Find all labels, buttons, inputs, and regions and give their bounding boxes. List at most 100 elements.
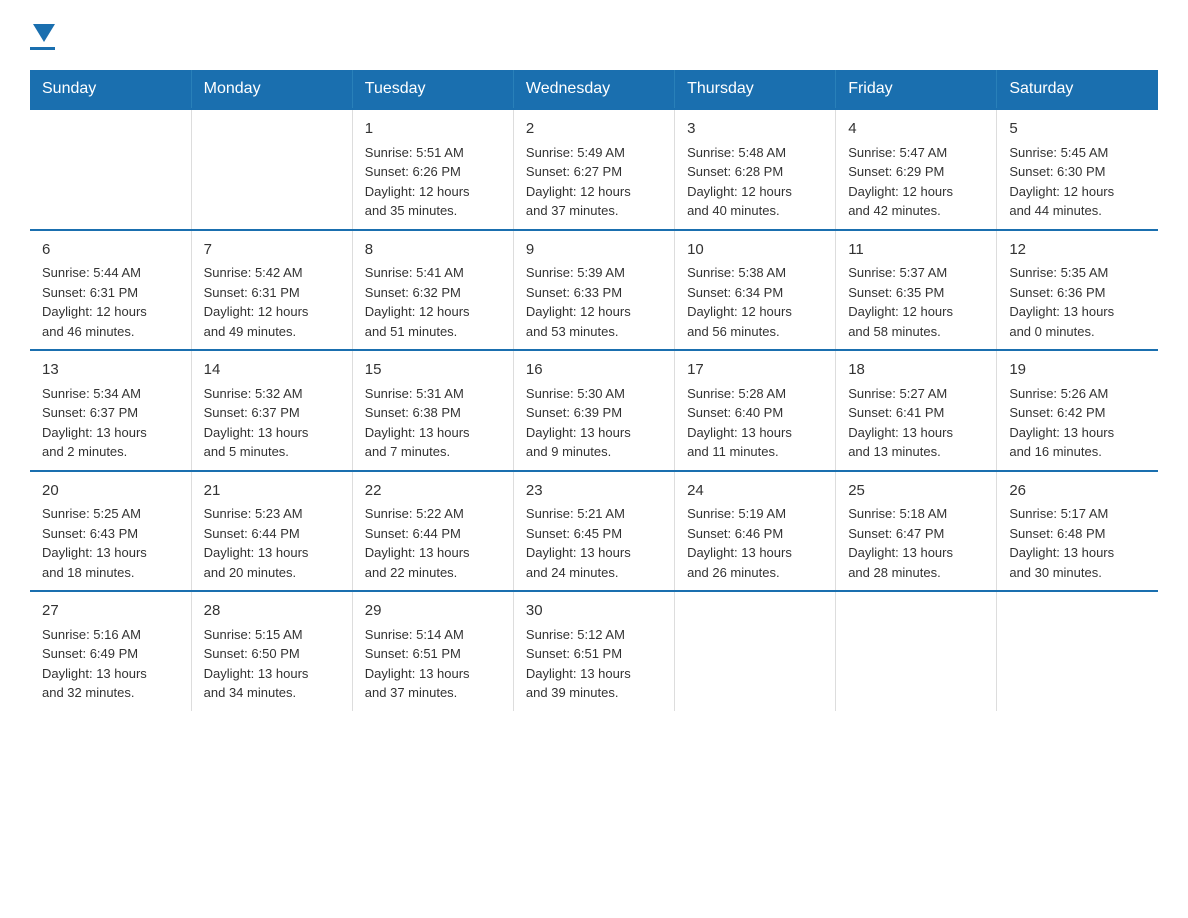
- calendar-cell: [191, 109, 352, 230]
- calendar-cell: 27Sunrise: 5:16 AM Sunset: 6:49 PM Dayli…: [30, 591, 191, 711]
- calendar-cell: 23Sunrise: 5:21 AM Sunset: 6:45 PM Dayli…: [513, 471, 674, 592]
- calendar-week-1: 1Sunrise: 5:51 AM Sunset: 6:26 PM Daylig…: [30, 109, 1158, 230]
- calendar-cell: 14Sunrise: 5:32 AM Sunset: 6:37 PM Dayli…: [191, 350, 352, 471]
- day-number: 18: [848, 359, 984, 382]
- day-number: 19: [1009, 359, 1146, 382]
- calendar-cell: 7Sunrise: 5:42 AM Sunset: 6:31 PM Daylig…: [191, 230, 352, 351]
- day-info: Sunrise: 5:28 AM Sunset: 6:40 PM Dayligh…: [687, 384, 823, 462]
- calendar-week-3: 13Sunrise: 5:34 AM Sunset: 6:37 PM Dayli…: [30, 350, 1158, 471]
- calendar-cell: 4Sunrise: 5:47 AM Sunset: 6:29 PM Daylig…: [836, 109, 997, 230]
- calendar-cell: 30Sunrise: 5:12 AM Sunset: 6:51 PM Dayli…: [513, 591, 674, 711]
- day-number: 11: [848, 239, 984, 262]
- day-info: Sunrise: 5:32 AM Sunset: 6:37 PM Dayligh…: [204, 384, 340, 462]
- day-info: Sunrise: 5:25 AM Sunset: 6:43 PM Dayligh…: [42, 504, 179, 582]
- day-info: Sunrise: 5:22 AM Sunset: 6:44 PM Dayligh…: [365, 504, 501, 582]
- day-number: 17: [687, 359, 823, 382]
- calendar-cell: 20Sunrise: 5:25 AM Sunset: 6:43 PM Dayli…: [30, 471, 191, 592]
- day-info: Sunrise: 5:38 AM Sunset: 6:34 PM Dayligh…: [687, 263, 823, 341]
- day-header-thursday: Thursday: [675, 70, 836, 109]
- day-number: 21: [204, 480, 340, 503]
- day-info: Sunrise: 5:31 AM Sunset: 6:38 PM Dayligh…: [365, 384, 501, 462]
- day-info: Sunrise: 5:19 AM Sunset: 6:46 PM Dayligh…: [687, 504, 823, 582]
- calendar-cell: 25Sunrise: 5:18 AM Sunset: 6:47 PM Dayli…: [836, 471, 997, 592]
- day-number: 16: [526, 359, 662, 382]
- day-number: 22: [365, 480, 501, 503]
- logo: [30, 20, 55, 50]
- calendar-table: SundayMondayTuesdayWednesdayThursdayFrid…: [30, 70, 1158, 711]
- day-header-wednesday: Wednesday: [513, 70, 674, 109]
- day-number: 9: [526, 239, 662, 262]
- day-number: 20: [42, 480, 179, 503]
- day-info: Sunrise: 5:44 AM Sunset: 6:31 PM Dayligh…: [42, 263, 179, 341]
- calendar-cell: 12Sunrise: 5:35 AM Sunset: 6:36 PM Dayli…: [997, 230, 1158, 351]
- day-info: Sunrise: 5:17 AM Sunset: 6:48 PM Dayligh…: [1009, 504, 1146, 582]
- calendar-cell: 29Sunrise: 5:14 AM Sunset: 6:51 PM Dayli…: [352, 591, 513, 711]
- day-number: 12: [1009, 239, 1146, 262]
- day-info: Sunrise: 5:14 AM Sunset: 6:51 PM Dayligh…: [365, 625, 501, 703]
- day-header-friday: Friday: [836, 70, 997, 109]
- calendar-cell: 8Sunrise: 5:41 AM Sunset: 6:32 PM Daylig…: [352, 230, 513, 351]
- day-number: 1: [365, 118, 501, 141]
- calendar-cell: 10Sunrise: 5:38 AM Sunset: 6:34 PM Dayli…: [675, 230, 836, 351]
- calendar-week-4: 20Sunrise: 5:25 AM Sunset: 6:43 PM Dayli…: [30, 471, 1158, 592]
- day-number: 7: [204, 239, 340, 262]
- calendar-week-5: 27Sunrise: 5:16 AM Sunset: 6:49 PM Dayli…: [30, 591, 1158, 711]
- calendar-body: 1Sunrise: 5:51 AM Sunset: 6:26 PM Daylig…: [30, 109, 1158, 711]
- calendar-cell: 21Sunrise: 5:23 AM Sunset: 6:44 PM Dayli…: [191, 471, 352, 592]
- page-header: [30, 20, 1158, 50]
- day-info: Sunrise: 5:21 AM Sunset: 6:45 PM Dayligh…: [526, 504, 662, 582]
- day-number: 23: [526, 480, 662, 503]
- day-number: 27: [42, 600, 179, 623]
- day-number: 26: [1009, 480, 1146, 503]
- calendar-cell: 16Sunrise: 5:30 AM Sunset: 6:39 PM Dayli…: [513, 350, 674, 471]
- day-header-tuesday: Tuesday: [352, 70, 513, 109]
- calendar-cell: 2Sunrise: 5:49 AM Sunset: 6:27 PM Daylig…: [513, 109, 674, 230]
- day-info: Sunrise: 5:30 AM Sunset: 6:39 PM Dayligh…: [526, 384, 662, 462]
- day-info: Sunrise: 5:37 AM Sunset: 6:35 PM Dayligh…: [848, 263, 984, 341]
- calendar-cell: 1Sunrise: 5:51 AM Sunset: 6:26 PM Daylig…: [352, 109, 513, 230]
- day-number: 28: [204, 600, 340, 623]
- day-info: Sunrise: 5:48 AM Sunset: 6:28 PM Dayligh…: [687, 143, 823, 221]
- calendar-cell: [30, 109, 191, 230]
- day-number: 3: [687, 118, 823, 141]
- day-number: 4: [848, 118, 984, 141]
- days-of-week-row: SundayMondayTuesdayWednesdayThursdayFrid…: [30, 70, 1158, 109]
- day-number: 14: [204, 359, 340, 382]
- calendar-cell: 18Sunrise: 5:27 AM Sunset: 6:41 PM Dayli…: [836, 350, 997, 471]
- calendar-cell: 19Sunrise: 5:26 AM Sunset: 6:42 PM Dayli…: [997, 350, 1158, 471]
- day-number: 29: [365, 600, 501, 623]
- day-info: Sunrise: 5:51 AM Sunset: 6:26 PM Dayligh…: [365, 143, 501, 221]
- calendar-cell: 17Sunrise: 5:28 AM Sunset: 6:40 PM Dayli…: [675, 350, 836, 471]
- logo-underline: [30, 47, 55, 50]
- day-info: Sunrise: 5:47 AM Sunset: 6:29 PM Dayligh…: [848, 143, 984, 221]
- day-number: 25: [848, 480, 984, 503]
- day-info: Sunrise: 5:26 AM Sunset: 6:42 PM Dayligh…: [1009, 384, 1146, 462]
- calendar-header: SundayMondayTuesdayWednesdayThursdayFrid…: [30, 70, 1158, 109]
- logo-blue-text: [30, 20, 55, 44]
- day-info: Sunrise: 5:49 AM Sunset: 6:27 PM Dayligh…: [526, 143, 662, 221]
- day-info: Sunrise: 5:16 AM Sunset: 6:49 PM Dayligh…: [42, 625, 179, 703]
- day-info: Sunrise: 5:15 AM Sunset: 6:50 PM Dayligh…: [204, 625, 340, 703]
- day-info: Sunrise: 5:27 AM Sunset: 6:41 PM Dayligh…: [848, 384, 984, 462]
- day-header-monday: Monday: [191, 70, 352, 109]
- day-info: Sunrise: 5:12 AM Sunset: 6:51 PM Dayligh…: [526, 625, 662, 703]
- calendar-cell: 3Sunrise: 5:48 AM Sunset: 6:28 PM Daylig…: [675, 109, 836, 230]
- day-number: 15: [365, 359, 501, 382]
- day-info: Sunrise: 5:41 AM Sunset: 6:32 PM Dayligh…: [365, 263, 501, 341]
- day-number: 6: [42, 239, 179, 262]
- day-info: Sunrise: 5:23 AM Sunset: 6:44 PM Dayligh…: [204, 504, 340, 582]
- calendar-cell: 15Sunrise: 5:31 AM Sunset: 6:38 PM Dayli…: [352, 350, 513, 471]
- day-number: 30: [526, 600, 662, 623]
- day-number: 2: [526, 118, 662, 141]
- day-number: 5: [1009, 118, 1146, 141]
- calendar-cell: 28Sunrise: 5:15 AM Sunset: 6:50 PM Dayli…: [191, 591, 352, 711]
- day-header-saturday: Saturday: [997, 70, 1158, 109]
- calendar-cell: [836, 591, 997, 711]
- calendar-cell: 24Sunrise: 5:19 AM Sunset: 6:46 PM Dayli…: [675, 471, 836, 592]
- calendar-cell: [675, 591, 836, 711]
- day-info: Sunrise: 5:34 AM Sunset: 6:37 PM Dayligh…: [42, 384, 179, 462]
- day-number: 10: [687, 239, 823, 262]
- calendar-cell: 13Sunrise: 5:34 AM Sunset: 6:37 PM Dayli…: [30, 350, 191, 471]
- day-info: Sunrise: 5:42 AM Sunset: 6:31 PM Dayligh…: [204, 263, 340, 341]
- day-number: 8: [365, 239, 501, 262]
